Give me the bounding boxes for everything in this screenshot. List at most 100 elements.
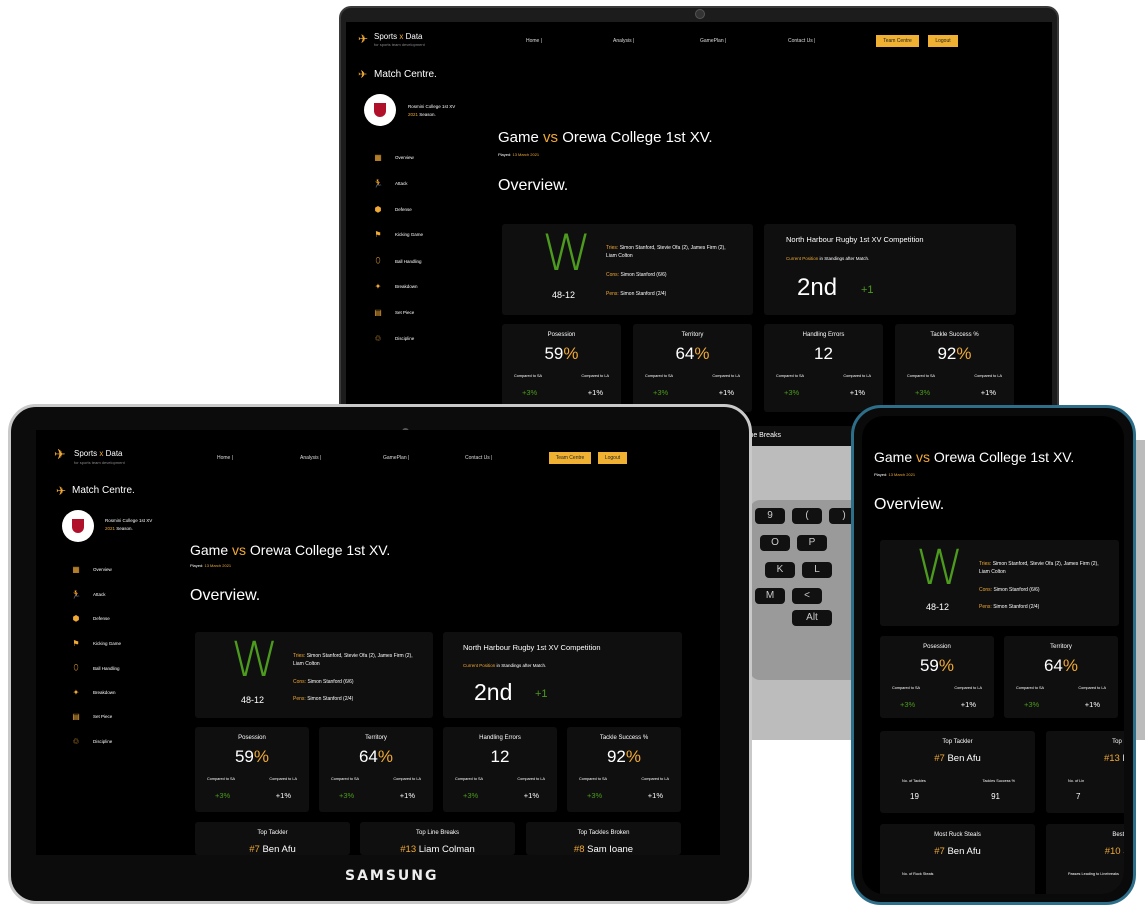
stat-title: Posession: [238, 735, 266, 741]
nav-home[interactable]: Home |: [217, 455, 233, 461]
tablet-screen: ✈ Sports x Data for sports team developm…: [36, 430, 720, 855]
sidebar-item-discipline[interactable]: ♲ Discipline: [69, 737, 112, 746]
stat-title: Tackle Success %: [599, 735, 649, 741]
position-change: +1: [861, 284, 874, 296]
stat-number: 92: [937, 344, 957, 363]
result-letter: W: [542, 224, 592, 282]
match-centre-title: Match Centre.: [374, 69, 437, 80]
compare-sa-label: Compared to SA: [645, 374, 674, 378]
tries: Tries: Simon Stanford, Stevie Ofa (2), J…: [606, 245, 726, 259]
sidebar-item-overview[interactable]: ▦ Overview: [69, 565, 112, 574]
brand-name[interactable]: Sports x Data: [74, 449, 123, 458]
stat-card-handling-errors: Handling Errors 12 Compared to SA Compared …: [764, 324, 883, 412]
nav-analysis[interactable]: Analysis |: [613, 38, 634, 44]
stat-number: 12: [490, 747, 510, 766]
sidebar-item-set-piece[interactable]: ▤ Set Piece: [69, 712, 112, 721]
nav-contact[interactable]: Contact Us |: [788, 38, 815, 44]
stat-card-tackle-success: Tackle Success % 92% Compared to SA Compare…: [895, 324, 1014, 412]
key: O: [760, 535, 790, 551]
nav-gameplan[interactable]: GamePlan |: [700, 38, 726, 44]
sidebar-item-defense[interactable]: ⬢ Defense: [69, 614, 110, 623]
player-name-text: Liam Colman: [418, 844, 475, 855]
sidebar-item-set-piece[interactable]: ▤ Set Piece: [371, 308, 414, 317]
team-centre-button[interactable]: Team Centre: [876, 35, 919, 47]
player-stat-value: 7: [1076, 792, 1081, 801]
compare-la-label: Compared to LA: [974, 374, 1002, 378]
sidebar-item-discipline[interactable]: ♲ Discipline: [371, 334, 414, 343]
delta-sa: +3%: [463, 791, 479, 800]
overview-heading: Overview.: [498, 177, 569, 194]
sidebar-item-attack[interactable]: 🏃 Attack: [371, 179, 408, 188]
stat-number: 59: [234, 747, 254, 766]
logout-button[interactable]: Logout: [928, 35, 958, 47]
stat-title: Territory: [1050, 644, 1072, 650]
pens: Pens: Simon Stanford (2/4): [979, 604, 1040, 610]
key: L: [802, 562, 832, 578]
delta-sa: +3%: [900, 700, 916, 709]
nav-home[interactable]: Home |: [526, 38, 542, 44]
brand-tagline: for sports team development: [374, 42, 425, 47]
stat-number: 92: [606, 747, 626, 766]
match-title: Game vs Orewa College 1st XV.: [874, 449, 1075, 465]
player-card-title: Top Line: [1112, 739, 1124, 745]
sidebar-item-defense[interactable]: ⬢ Defense: [371, 205, 412, 214]
player-card-best-pla: Best Pla #10 Stev Passes Leading to Linebr…: [1046, 824, 1124, 894]
match-centre-icon: ✈: [56, 484, 67, 498]
player-card-top-line-breaks: Top Line Breaks #13 Liam Colman: [360, 822, 515, 855]
player-card-title: Most Ruck Steals: [934, 832, 981, 838]
sidebar-item-overview[interactable]: ▦ Overview: [371, 153, 414, 162]
player-stat-label: No. of Lin: [1068, 779, 1085, 783]
team-crest: [62, 510, 94, 542]
overview-icon: ▦: [72, 565, 80, 574]
delta-la: +1%: [587, 388, 603, 397]
rugby-ball-icon: ⬯: [375, 256, 381, 266]
compare-sa-label: Compared to SA: [514, 374, 543, 378]
compare-sa-label: Compared to SA: [455, 777, 484, 781]
logout-button[interactable]: Logout: [598, 452, 627, 464]
player-stat-label: Tackles Success %: [982, 779, 1016, 783]
player-stat-label: Passes Leading to Linebreaks: [1068, 872, 1119, 876]
position-caption: Current Position in Standings after Matc…: [463, 663, 547, 668]
stat-unit: %: [694, 344, 710, 363]
player-name-text: Liam: [1122, 753, 1124, 764]
whistle-icon: ♲: [374, 333, 382, 343]
player-number: #8: [573, 844, 585, 855]
team-centre-button[interactable]: Team Centre: [549, 452, 591, 464]
sidebar-item-ball-handling[interactable]: ⬯ Ball Handling: [371, 256, 421, 266]
stat-unit: %: [938, 656, 955, 675]
score: 48-12: [241, 695, 265, 705]
compare-sa-label: Compared to SA: [776, 374, 805, 378]
player-name-text: Stev: [1123, 846, 1124, 857]
sidebar-item-breakdown[interactable]: ✦ Breakdown: [69, 688, 116, 697]
brand-logo-icon: ✈: [358, 32, 369, 46]
player-number: #7: [934, 753, 945, 764]
sidebar-item-label: Attack: [93, 591, 106, 597]
scrum-icon: ✦: [72, 687, 80, 697]
match-title: Game vs Orewa College 1st XV.: [190, 542, 391, 558]
sidebar-item-ball-handling[interactable]: ⬯ Ball Handling: [69, 663, 119, 673]
sidebar-item-kicking-game[interactable]: ⚑ Kicking Game: [69, 639, 121, 648]
key: Alt: [792, 610, 832, 626]
delta-sa: +3%: [653, 388, 669, 397]
stat-unit: %: [253, 747, 270, 766]
stat-number: 64: [675, 344, 695, 363]
player-name-text: Ben Afu: [262, 844, 296, 855]
kicker-icon: ⚑: [72, 638, 80, 648]
compare-sa-label: Compared to SA: [892, 686, 921, 690]
compare-la-label: Compared to LA: [393, 777, 421, 781]
delta-la: +1%: [647, 791, 663, 800]
team-crest: [364, 94, 396, 126]
delta-sa: +3%: [339, 791, 355, 800]
shield-icon: ⬢: [374, 204, 382, 214]
nav-gameplan[interactable]: GamePlan |: [383, 455, 409, 461]
team-name: Rosmini College 1st XV: [408, 104, 456, 109]
sidebar-item-kicking-game[interactable]: ⚑ Kicking Game: [371, 230, 423, 239]
nav-contact[interactable]: Contact Us |: [465, 455, 492, 461]
sidebar-item-breakdown[interactable]: ✦ Breakdown: [371, 282, 418, 291]
brand-name[interactable]: Sports x Data: [374, 32, 423, 41]
sidebar-item-attack[interactable]: 🏃 Attack: [69, 590, 106, 599]
runner-icon: 🏃: [373, 178, 383, 188]
nav-analysis[interactable]: Analysis |: [300, 455, 321, 461]
stat-value: 59%: [195, 747, 309, 767]
whistle-icon: ♲: [72, 736, 80, 746]
